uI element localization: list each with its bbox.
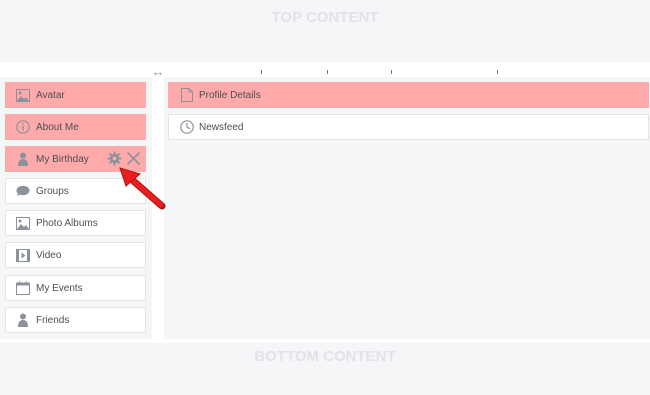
sidebar-item-label: About Me <box>36 121 79 133</box>
clock-icon <box>180 120 194 134</box>
person-icon <box>16 152 30 166</box>
film-icon <box>16 248 30 262</box>
ruler-tick <box>327 70 328 74</box>
sidebar-item-photo-albums[interactable]: Photo Albums <box>5 210 146 236</box>
image-icon <box>16 88 30 102</box>
main-item-label: Profile Details <box>199 89 261 101</box>
main-item-profile-details[interactable]: Profile Details <box>168 82 649 108</box>
sidebar-item-avatar[interactable]: Avatar <box>5 82 146 108</box>
top-content-label: TOP CONTENT <box>271 9 379 26</box>
column-ruler <box>168 70 648 74</box>
sidebar-item-label: My Birthday <box>36 153 89 165</box>
sidebar-item-about-me[interactable]: About Me <box>5 114 146 140</box>
document-icon <box>180 88 194 102</box>
sidebar-item-label: Photo Albums <box>36 217 98 229</box>
main-item-label: Newsfeed <box>199 121 244 133</box>
sidebar-item-label: Groups <box>36 185 69 197</box>
annotation-arrow-icon <box>119 167 166 210</box>
ruler-tick <box>497 70 498 74</box>
info-icon <box>16 120 30 134</box>
sidebar-item-label: My Events <box>36 282 83 294</box>
ruler-tick <box>391 70 392 74</box>
bottom-content-label: BOTTOM CONTENT <box>254 348 396 365</box>
sidebar-item-friends[interactable]: Friends <box>5 307 146 333</box>
sidebar-item-video[interactable]: Video <box>5 242 146 268</box>
chat-bubble-icon <box>16 184 30 198</box>
calendar-icon <box>16 281 30 295</box>
ruler-tick <box>261 70 262 74</box>
bottom-content-region: BOTTOM CONTENT <box>0 343 650 395</box>
main-item-newsfeed[interactable]: Newsfeed <box>168 114 649 140</box>
sidebar-item-my-events[interactable]: My Events <box>5 275 146 301</box>
image-icon <box>16 216 30 230</box>
top-content-region: TOP CONTENT <box>0 0 650 62</box>
person-icon <box>16 313 30 327</box>
sidebar-item-label: Video <box>36 249 62 261</box>
sidebar-item-label: Avatar <box>36 89 65 101</box>
sidebar-item-label: Friends <box>36 314 70 326</box>
